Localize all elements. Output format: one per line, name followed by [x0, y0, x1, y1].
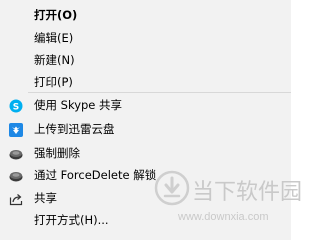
menu-item-label: 上传到迅雷云盘 — [34, 122, 115, 136]
menu-item-label: 共享 — [34, 191, 57, 205]
menu-item-print[interactable]: 打印(P) — [0, 71, 291, 93]
watermark-title: 当下软件园 — [192, 180, 303, 205]
menu-item-force-delete[interactable]: 强制删除 — [0, 142, 291, 164]
menu-item-new[interactable]: 新建(N) — [0, 49, 291, 71]
menu-item-label: 新建(N) — [34, 53, 75, 67]
menu-item-label: 强制删除 — [34, 146, 80, 160]
menu-item-label: 编辑(E) — [34, 31, 74, 45]
disc-icon — [9, 146, 23, 160]
menu-item-label: 打开(O) — [34, 8, 78, 22]
watermark-url: www.downxia.com — [178, 211, 269, 223]
menu-item-share-skype[interactable]: S 使用 Skype 共享 — [0, 94, 291, 116]
menu-item-label: 打开方式(H)... — [34, 213, 109, 227]
menu-item-open[interactable]: 打开(O) — [0, 4, 291, 26]
menu-item-edit[interactable]: 编辑(E) — [0, 27, 291, 49]
watermark: 当下软件园 www.downxia.com — [150, 170, 302, 240]
disc-icon — [9, 168, 23, 182]
menu-item-label: 通过 ForceDelete 解锁 — [34, 168, 157, 182]
svg-text:S: S — [13, 103, 19, 113]
skype-icon: S — [9, 98, 23, 113]
menu-item-label: 打印(P) — [34, 75, 73, 89]
menu-separator — [28, 92, 291, 93]
downxia-logo-icon — [154, 170, 190, 206]
menu-item-label: 使用 Skype 共享 — [34, 98, 123, 112]
menu-item-upload-xunlei[interactable]: 上传到迅雷云盘 — [0, 118, 291, 140]
share-icon — [9, 191, 23, 206]
xunlei-cloud-icon — [9, 122, 23, 137]
